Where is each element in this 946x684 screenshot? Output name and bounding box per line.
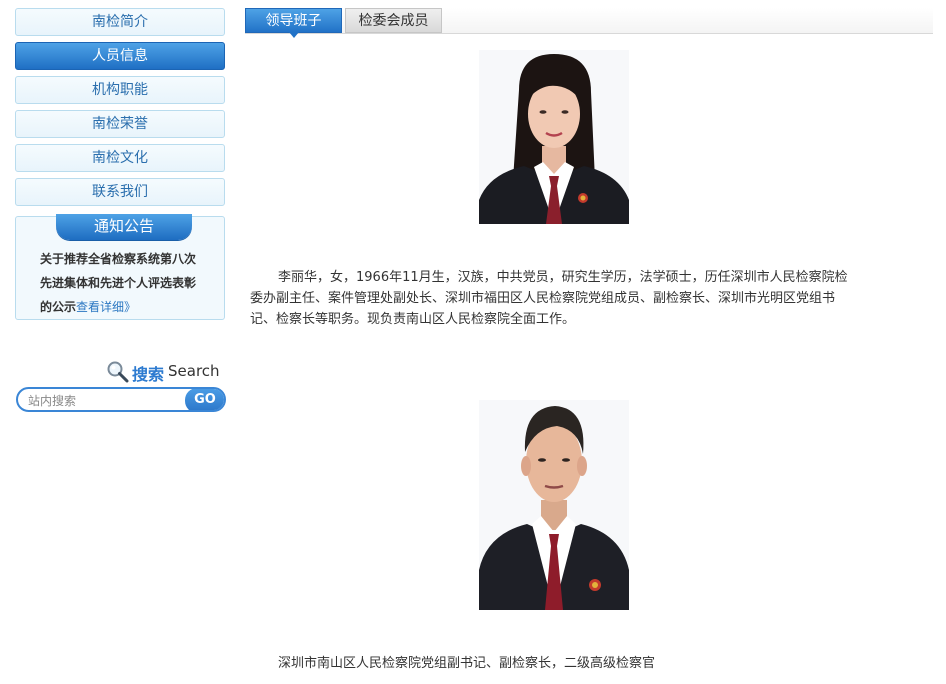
search-input[interactable] xyxy=(26,391,190,410)
person-bio-2: 深圳市南山区人民检察院党组副书记、副检察长，二级高级检察官 xyxy=(278,656,656,671)
portrait-female-icon xyxy=(479,50,629,224)
tab-leadership-label: 领导班子 xyxy=(265,13,322,29)
person-photo-1 xyxy=(479,50,629,224)
tab-active-arrow-icon xyxy=(289,32,299,38)
tab-leadership[interactable]: 领导班子 xyxy=(245,8,342,38)
search-bar: GO xyxy=(16,387,226,412)
portrait-male-icon xyxy=(479,400,629,610)
notice-panel: 通知公告 关于推荐全省检察系统第八次先进集体和先进个人评选表彰的公示查看详细》 xyxy=(15,214,225,320)
tab-committee-members[interactable]: 检委会成员 xyxy=(345,8,442,33)
person-bio-1: 李丽华，女，1966年11月生，汉族，中共党员，研究生学历，法学硕士，历任深圳市… xyxy=(250,270,848,327)
notice-more-link[interactable]: 查看详细》 xyxy=(76,300,136,314)
sidebar-item-culture[interactable]: 南检文化 xyxy=(15,144,225,172)
search-icon xyxy=(107,361,129,383)
sidebar-item-functions[interactable]: 机构职能 xyxy=(15,76,225,104)
search-title-en: Search xyxy=(168,362,220,380)
sidebar: 南检简介 人员信息 机构职能 南检荣誉 南检文化 联系我们 通知公告 关于推荐全… xyxy=(15,8,225,320)
sidebar-item-contact[interactable]: 联系我们 xyxy=(15,178,225,206)
search-heading: 搜索 Search xyxy=(106,360,226,384)
content-tabs: 领导班子 检委会成员 xyxy=(245,8,933,38)
sidebar-item-honors[interactable]: 南检荣誉 xyxy=(15,110,225,138)
search-go-button[interactable]: GO xyxy=(185,389,224,410)
notice-title: 通知公告 xyxy=(56,214,192,240)
person-photo-2 xyxy=(479,400,629,610)
sidebar-item-personnel[interactable]: 人员信息 xyxy=(15,42,225,70)
search-title-cn: 搜索 xyxy=(132,365,165,384)
sidebar-item-intro[interactable]: 南检简介 xyxy=(15,8,225,36)
notice-content: 关于推荐全省检察系统第八次先进集体和先进个人评选表彰的公示查看详细》 xyxy=(40,247,206,319)
